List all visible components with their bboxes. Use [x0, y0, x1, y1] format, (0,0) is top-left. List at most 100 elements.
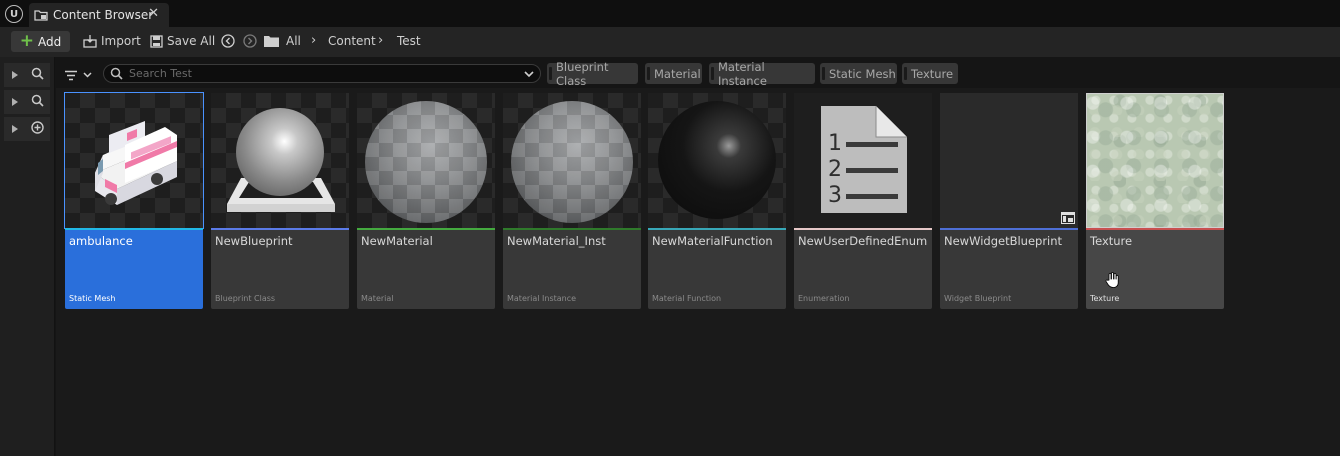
unreal-logo-icon[interactable]: U — [5, 5, 23, 23]
breadcrumb-test[interactable]: Test — [397, 34, 421, 48]
folder-browse-button[interactable] — [264, 35, 283, 47]
search-icon[interactable] — [31, 67, 44, 83]
asset-type-stripe — [794, 228, 932, 230]
history-forward-button[interactable] — [243, 34, 261, 48]
expand-arrow-icon[interactable] — [12, 125, 18, 133]
asset-thumbnail: 1 2 3 — [794, 93, 932, 228]
filter-dropdown-button[interactable] — [64, 66, 98, 84]
asset-name: NewMaterialFunction — [652, 234, 773, 248]
filter-chip-material[interactable]: Material — [645, 63, 702, 84]
filter-chip-static-mesh[interactable]: Static Mesh — [820, 63, 897, 84]
asset-type-stripe — [211, 228, 349, 230]
material-instance-sphere-icon — [511, 101, 633, 223]
asset-type: Blueprint Class — [215, 294, 276, 303]
folder-tab-icon — [34, 9, 48, 21]
sidebar-favorites-row[interactable] — [4, 63, 50, 87]
asset-tile[interactable]: Texture Texture — [1086, 93, 1224, 309]
history-back-button[interactable] — [221, 34, 239, 48]
asset-tile[interactable]: NewMaterial Material — [357, 93, 495, 309]
asset-thumbnail — [64, 92, 204, 229]
back-arrow-icon — [221, 34, 235, 48]
asset-name: NewUserDefinedEnum — [798, 234, 928, 248]
close-tab-icon[interactable]: ✕ — [148, 6, 159, 21]
asset-type: Material Instance — [507, 294, 577, 303]
asset-type: Material Function — [652, 294, 722, 303]
widget-blueprint-icon — [1061, 212, 1075, 224]
expand-arrow-icon[interactable] — [12, 98, 18, 106]
asset-thumbnail — [648, 93, 786, 228]
add-button-label: Add — [38, 34, 62, 49]
search-icon — [110, 67, 123, 80]
save-all-button[interactable]: Save All — [150, 34, 215, 48]
asset-thumbnail — [1086, 93, 1224, 228]
add-collection-icon[interactable] — [31, 121, 44, 137]
chevron-down-icon — [83, 72, 92, 78]
forward-arrow-icon — [243, 34, 257, 48]
asset-name: NewBlueprint — [215, 234, 293, 248]
import-icon — [83, 34, 97, 48]
asset-tile[interactable]: ambulance Static Mesh — [64, 92, 204, 309]
import-button[interactable]: Import — [83, 34, 141, 48]
asset-tile[interactable]: NewWidgetBlueprint Widget Blueprint — [940, 93, 1078, 309]
asset-type-stripe — [648, 228, 786, 230]
asset-name: ambulance — [69, 234, 133, 248]
filter-chip-blueprint-class[interactable]: Blueprint Class — [547, 60, 638, 88]
asset-type: Material — [361, 294, 394, 303]
enum-digit: 3 — [828, 183, 842, 208]
asset-thumbnail — [357, 93, 495, 228]
tab-content-browser[interactable]: Content Browser ✕ — [29, 3, 169, 27]
import-label: Import — [101, 34, 141, 48]
sources-sidebar — [0, 57, 55, 456]
texture-preview — [1086, 93, 1224, 228]
search-icon[interactable] — [31, 94, 44, 110]
asset-tile[interactable]: NewMaterialFunction Material Function — [648, 93, 786, 309]
asset-tile[interactable]: NewBlueprint Blueprint Class — [211, 93, 349, 309]
breadcrumb-chevron-icon[interactable]: › — [311, 33, 316, 48]
asset-name: Texture — [1090, 234, 1133, 248]
breadcrumb-content[interactable]: Content — [328, 34, 376, 48]
asset-type-stripe — [357, 228, 495, 230]
asset-type: Texture — [1090, 294, 1120, 303]
asset-tile[interactable]: 1 2 3 NewUserDefinedEnum Enumeration — [794, 93, 932, 309]
breadcrumb-all[interactable]: All — [286, 34, 301, 48]
asset-type: Static Mesh — [69, 294, 116, 303]
filter-chip-texture[interactable]: Texture — [902, 63, 958, 84]
toolbar: + Add Import Save All All › Content › Te… — [0, 27, 1340, 57]
asset-name: NewWidgetBlueprint — [944, 234, 1063, 248]
asset-name: NewMaterial — [361, 234, 433, 248]
enum-digit: 1 — [828, 131, 842, 156]
sidebar-collections-row[interactable] — [4, 117, 50, 141]
search-input[interactable]: Search Test — [103, 64, 541, 83]
ambulance-icon — [95, 121, 177, 205]
folder-icon — [264, 36, 279, 47]
asset-name: NewMaterial_Inst — [507, 234, 606, 248]
asset-type: Widget Blueprint — [944, 294, 1012, 303]
asset-type-stripe — [503, 228, 641, 230]
asset-type-stripe — [65, 228, 203, 230]
hand-cursor-icon — [1105, 272, 1119, 288]
filter-icon — [65, 70, 77, 80]
asset-tile[interactable]: NewMaterial_Inst Material Instance — [503, 93, 641, 309]
asset-type-stripe — [1086, 228, 1224, 230]
enumeration-document-icon — [821, 106, 907, 213]
chevron-down-icon[interactable] — [524, 67, 534, 81]
filter-chip-material-instance[interactable]: Material Instance — [709, 60, 815, 88]
asset-thumbnail — [503, 93, 641, 228]
material-sphere-icon — [365, 101, 487, 223]
sidebar-folders-row[interactable] — [4, 90, 50, 114]
add-button[interactable]: + Add — [11, 31, 70, 52]
tab-title: Content Browser — [53, 8, 154, 22]
asset-thumbnail — [211, 93, 349, 228]
tab-bar: U Content Browser ✕ — [0, 0, 1340, 27]
expand-arrow-icon[interactable] — [12, 71, 18, 79]
plus-icon: + — [19, 31, 34, 51]
material-function-sphere-icon — [658, 101, 776, 219]
breadcrumb-chevron-icon[interactable]: › — [378, 33, 383, 48]
save-icon — [150, 34, 163, 48]
asset-type-stripe — [940, 228, 1078, 230]
asset-type: Enumeration — [798, 294, 850, 303]
enum-digit: 2 — [828, 157, 842, 182]
asset-thumbnail — [940, 93, 1078, 228]
save-all-label: Save All — [167, 34, 216, 48]
search-placeholder: Search Test — [129, 67, 192, 80]
